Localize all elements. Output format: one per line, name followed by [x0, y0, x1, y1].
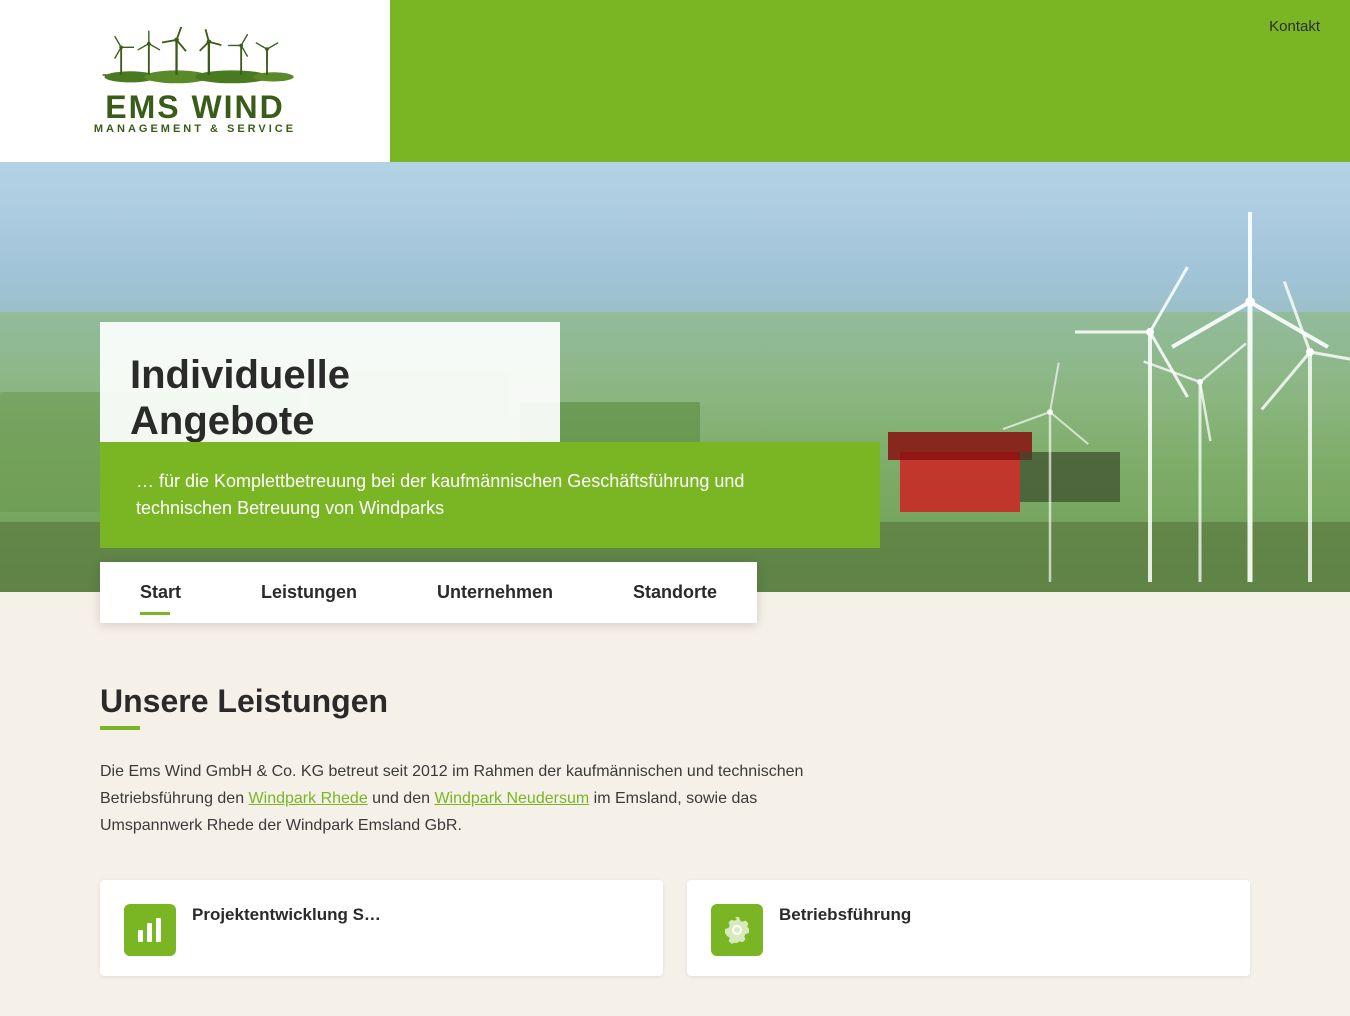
hero-title: Individuelle Angebote	[130, 352, 520, 444]
hero-section: Individuelle Angebote … für die Komplett…	[0, 162, 1350, 592]
service-card-betriebsfuehrung: Betriebsführung	[687, 880, 1250, 976]
gear-icon	[722, 915, 752, 945]
logo-sub-text: MANAGEMENT & SERVICE	[94, 123, 296, 135]
main-nav: Start Leistungen Unternehmen Standorte	[0, 562, 1350, 623]
service-cards-row: Projektentwicklung S… Betriebsführung	[100, 880, 1250, 976]
leistungen-title: Unsere Leistungen	[100, 683, 1250, 720]
logo-brand-text: EMS WIND	[105, 91, 285, 123]
windpark-neudersum-link[interactable]: Windpark Neudersum	[434, 790, 589, 807]
card-icon-betriebsfuehrung	[711, 904, 763, 956]
main-content: Unsere Leistungen Die Ems Wind GmbH & Co…	[0, 623, 1350, 1016]
nav-item-unternehmen[interactable]: Unternehmen	[397, 562, 593, 623]
hero-subtitle-text: … für die Komplettbetreuung bei der kauf…	[136, 468, 844, 522]
card-title-betriebsfuehrung: Betriebsführung	[779, 904, 911, 926]
site-header: EMS WIND MANAGEMENT & SERVICE Kontakt	[0, 0, 1350, 162]
logo-box: EMS WIND MANAGEMENT & SERVICE	[0, 0, 390, 162]
nav-item-standorte[interactable]: Standorte	[593, 562, 757, 623]
leistungen-body: Die Ems Wind GmbH & Co. KG betreut seit …	[100, 758, 850, 840]
card-title-projektentwicklung: Projektentwicklung S…	[192, 904, 381, 926]
kontakt-link[interactable]: Kontakt	[1269, 18, 1320, 35]
hero-turbines-illustration	[850, 182, 1350, 582]
chart-icon	[135, 915, 165, 945]
header-nav-area: Kontakt	[390, 0, 1350, 162]
nav-item-start[interactable]: Start	[100, 562, 221, 623]
nav-item-leistungen[interactable]: Leistungen	[221, 562, 397, 623]
card-icon-projektentwicklung	[124, 904, 176, 956]
service-card-projektentwicklung: Projektentwicklung S…	[100, 880, 663, 976]
leistungen-underline	[100, 726, 140, 730]
windpark-rhede-link[interactable]: Windpark Rhede	[249, 790, 368, 807]
hero-subtitle-box: … für die Komplettbetreuung bei der kauf…	[100, 442, 880, 548]
logo-windmill-illustration	[95, 27, 295, 87]
body-mid-text: und den	[368, 790, 435, 807]
